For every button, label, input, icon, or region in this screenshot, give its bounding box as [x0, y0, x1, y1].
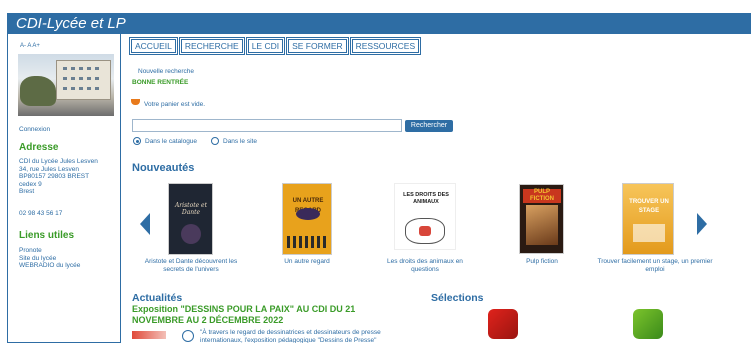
link-pronote[interactable]: Pronote: [19, 247, 80, 255]
book-cover[interactable]: TROUVER UN STAGE: [622, 183, 674, 255]
book-cover[interactable]: LES DROITS DES ANIMAUX: [394, 183, 456, 250]
book-caption[interactable]: Aristote et Dante découvrent les secrets…: [134, 258, 248, 274]
address-block: CDI du Lycée Jules Lesven 34, rue Jules …: [19, 158, 98, 196]
useful-links: Pronote Site du lycée WEBRADIO du lycée: [19, 247, 80, 270]
cover-title: TROUVER UN STAGE: [629, 199, 669, 214]
radio-site[interactable]: [211, 137, 219, 145]
cart-status: Votre panier est vide.: [144, 101, 206, 108]
news-text: "À travers le regard de dessinatrices et…: [200, 329, 381, 343]
sidebar: A- A A+ Connexion Adresse CDI du Lycée J…: [7, 34, 121, 343]
main-nav: ACCUEIL RECHERCHE LE CDI SE FORMER RESSO…: [129, 37, 422, 55]
news-logo: [132, 331, 166, 339]
book-caption[interactable]: Les droits des animaux en questions: [374, 258, 476, 274]
selection-red-icon[interactable]: [488, 309, 518, 339]
basket-icon: [131, 99, 140, 105]
site-title[interactable]: CDI-Lycée et LP: [16, 15, 126, 32]
cover-title: Aristote et Dante: [174, 202, 208, 216]
nav-le-cdi[interactable]: LE CDI: [245, 37, 286, 55]
radio-catalog-label: Dans le catalogue: [145, 138, 198, 145]
book-cover[interactable]: Aristote et Dante: [168, 183, 213, 255]
font-size-controls[interactable]: A- A A+: [20, 43, 40, 49]
nouveautes-title: Nouveautés: [132, 162, 195, 174]
carousel-next-icon[interactable]: [697, 213, 707, 235]
address-line: cedex 9: [19, 180, 42, 188]
book-cover[interactable]: PULP FICTION: [519, 184, 564, 254]
address-line: Brest: [19, 188, 35, 195]
address-line: CDI du Lycée Jules Lesven: [19, 158, 98, 165]
book-caption[interactable]: Un autre regard: [262, 258, 352, 266]
login-link[interactable]: Connexion: [19, 126, 50, 133]
cover-title: LES DROITS DES ANIMAUX: [403, 192, 449, 205]
selection-green-icon[interactable]: [633, 309, 663, 339]
search-input[interactable]: [132, 119, 402, 132]
site-header: CDI-Lycée et LP: [7, 13, 751, 34]
address-line: BP80157 29803 BREST: [19, 173, 90, 180]
new-search-link[interactable]: Nouvelle recherche: [138, 68, 194, 75]
address-line: 34, rue Jules Lesven: [19, 165, 79, 173]
book-cover[interactable]: UN AUTRE REGARD: [282, 183, 332, 255]
radio-catalog[interactable]: [133, 137, 141, 145]
news-title[interactable]: Exposition "DESSINS POUR LA PAIX" AU CDI…: [132, 304, 382, 326]
welcome-text: BONNE RENTRÉE: [132, 79, 189, 86]
news-icon: [182, 330, 194, 342]
nav-accueil[interactable]: ACCUEIL: [129, 37, 178, 55]
school-photo: [18, 54, 114, 116]
phone-number: 02 98 43 56 17: [19, 210, 63, 217]
link-webradio[interactable]: WEBRADIO du lycée: [19, 262, 80, 270]
search-button[interactable]: Rechercher: [405, 120, 453, 132]
link-site-lycee[interactable]: Site du lycée: [19, 255, 80, 263]
links-heading: Liens utiles: [19, 230, 75, 241]
nav-se-former[interactable]: SE FORMER: [286, 37, 349, 55]
nav-ressources[interactable]: RESSOURCES: [349, 37, 422, 55]
carousel-prev-icon[interactable]: [140, 213, 150, 235]
address-heading: Adresse: [19, 142, 59, 153]
book-caption[interactable]: Pulp fiction: [512, 258, 572, 266]
book-caption[interactable]: Trouver facilement un stage, un premier …: [592, 258, 718, 274]
cover-title: PULP FICTION: [523, 189, 561, 203]
nav-recherche[interactable]: RECHERCHE: [178, 37, 245, 55]
radio-site-label: Dans le site: [223, 138, 257, 145]
selections-title: Sélections: [431, 292, 484, 304]
actualites-title: Actualités: [132, 292, 183, 304]
